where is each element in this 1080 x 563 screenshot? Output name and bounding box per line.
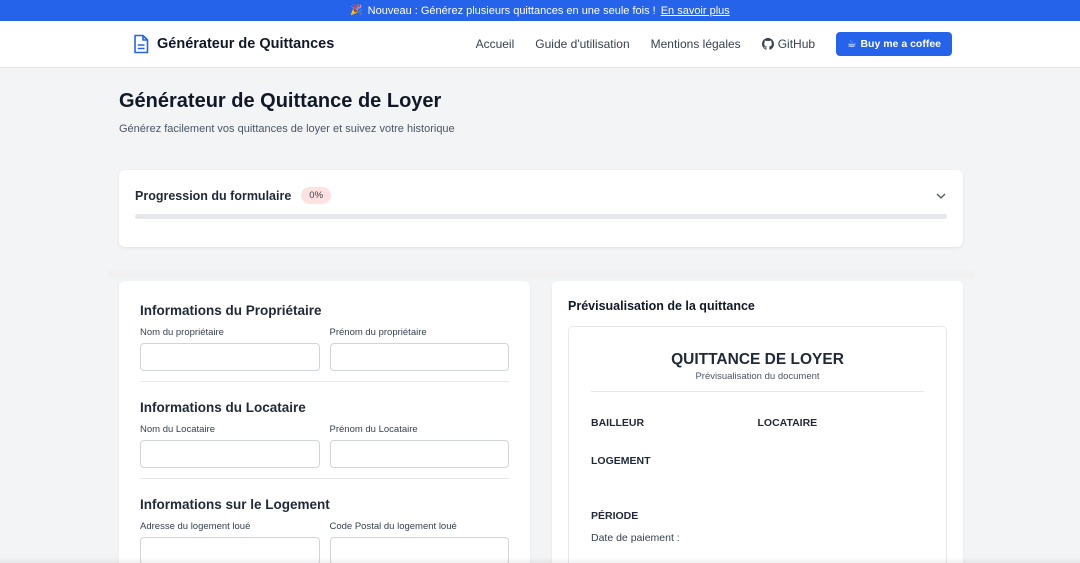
receipt-parties: BAILLEUR LOCATAIRE xyxy=(591,417,924,429)
tenant-firstname-label: Prénom du Locataire xyxy=(329,424,418,435)
brand-title: Générateur de Quittances xyxy=(157,36,335,52)
tenant-firstname-input[interactable] xyxy=(329,440,509,468)
divider xyxy=(140,478,509,479)
housing-postal-label: Code Postal du logement loué xyxy=(329,521,457,532)
progress-card[interactable]: Progression du formulaire 0% xyxy=(119,170,963,247)
progress-title: Progression du formulaire xyxy=(135,188,292,203)
owner-firstname-field: Prénom du propriétaire xyxy=(329,327,509,371)
owner-section-title: Informations du Propriétaire xyxy=(140,303,322,318)
owner-firstname-input[interactable] xyxy=(329,343,509,371)
receipt-payment-date: Date de paiement : xyxy=(591,532,680,544)
divider xyxy=(591,391,924,392)
tenant-firstname-field: Prénom du Locataire xyxy=(329,424,509,468)
receipt-subtitle: Prévisualisation du document xyxy=(695,371,820,382)
tenant-name-label: Nom du Locataire xyxy=(140,424,215,435)
nav-link-github[interactable]: GitHub xyxy=(761,37,816,51)
nav-links: Accueil Guide d'utilisation Mentions lég… xyxy=(476,32,952,56)
owner-name-label: Nom du propriétaire xyxy=(140,327,224,338)
bottom-shadow xyxy=(0,557,1080,563)
tenant-name-input[interactable] xyxy=(140,440,320,468)
owner-firstname-label: Prénom du propriétaire xyxy=(329,327,427,338)
receipt-housing-label: LOGEMENT xyxy=(591,455,651,467)
document-icon xyxy=(134,34,149,54)
page-title: Générateur de Quittance de Loyer xyxy=(119,90,442,112)
party-popper-icon: 🎉 xyxy=(350,5,363,16)
github-label: GitHub xyxy=(777,37,816,51)
github-icon xyxy=(761,38,774,50)
tenant-fields: Nom du Locataire Prénom du Locataire xyxy=(140,424,509,468)
nav-link-guide[interactable]: Guide d'utilisation xyxy=(535,37,629,51)
preview-card: Prévisualisation de la quittance QUITTAN… xyxy=(552,281,963,563)
progress-percent-badge: 0% xyxy=(301,187,332,204)
housing-section-title: Informations sur le Logement xyxy=(140,497,330,512)
form-card: Informations du Propriétaire Nom du prop… xyxy=(119,281,530,563)
housing-address-label: Adresse du logement loué xyxy=(140,521,251,532)
progress-header[interactable]: Progression du formulaire 0% xyxy=(135,187,947,204)
progress-bar xyxy=(135,214,947,219)
receipt-tenant-label: LOCATAIRE xyxy=(757,417,818,429)
divider xyxy=(140,381,509,382)
page-subtitle: Générez facilement vos quittances de loy… xyxy=(119,123,455,135)
owner-name-input[interactable] xyxy=(140,343,320,371)
coffee-icon: ☕ xyxy=(847,38,857,50)
banner-learn-more-link[interactable]: En savoir plus xyxy=(661,5,730,17)
announcement-banner: 🎉 Nouveau : Générez plusieurs quittances… xyxy=(0,0,1080,21)
preview-title: Prévisualisation de la quittance xyxy=(568,299,755,313)
receipt-title: QUITTANCE DE LOYER xyxy=(671,351,844,368)
tenant-name-field: Nom du Locataire xyxy=(140,424,320,468)
nav-link-mentions[interactable]: Mentions légales xyxy=(651,37,741,51)
tenant-section-title: Informations du Locataire xyxy=(140,400,306,415)
navbar: Générateur de Quittances Accueil Guide d… xyxy=(0,21,1080,68)
receipt-period-label: PÉRIODE xyxy=(591,510,639,522)
receipt-preview-document: QUITTANCE DE LOYER Prévisualisation du d… xyxy=(568,326,947,563)
section-band xyxy=(108,270,974,278)
receipt-landlord-label: BAILLEUR xyxy=(591,417,645,429)
coffee-label: Buy me a coffee xyxy=(860,38,941,50)
owner-name-field: Nom du propriétaire xyxy=(140,327,320,371)
banner-text: Nouveau : Générez plusieurs quittances e… xyxy=(367,4,656,17)
chevron-down-icon[interactable] xyxy=(935,190,947,202)
owner-fields: Nom du propriétaire Prénom du propriétai… xyxy=(140,327,509,371)
buy-me-a-coffee-button[interactable]: ☕ Buy me a coffee xyxy=(836,32,952,56)
nav-link-accueil[interactable]: Accueil xyxy=(476,37,515,51)
hero: Générateur de Quittance de Loyer Générez… xyxy=(0,68,1080,135)
brand[interactable]: Générateur de Quittances xyxy=(133,34,334,54)
